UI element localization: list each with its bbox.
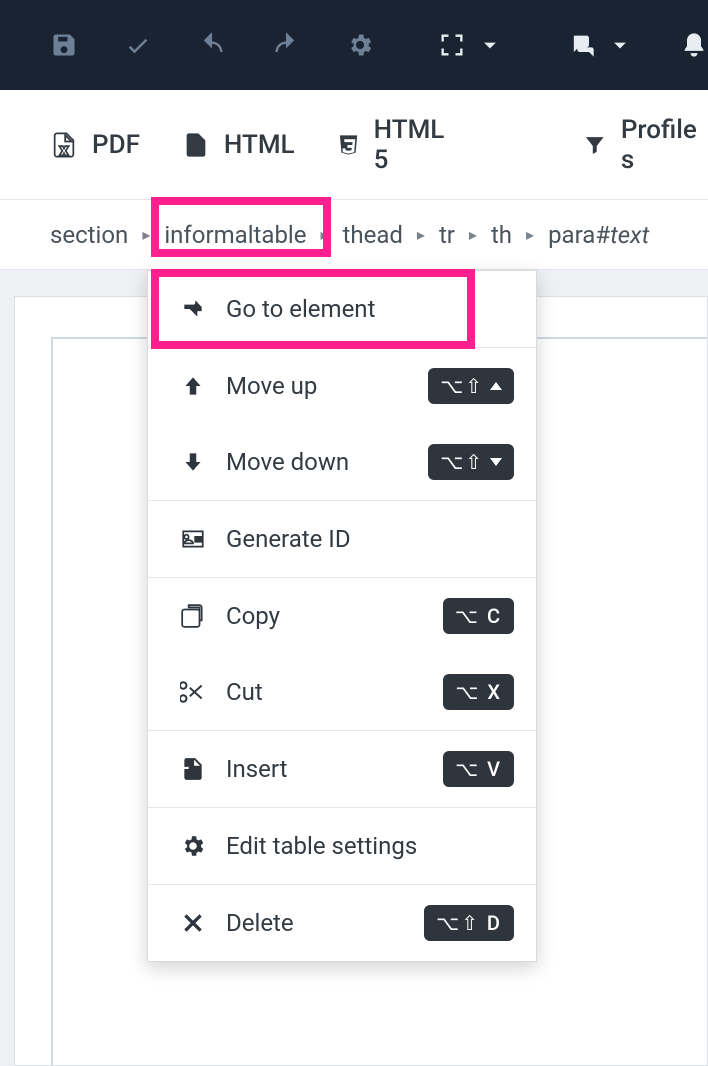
goto-icon: [180, 296, 206, 322]
undo-icon: [198, 31, 226, 59]
save-button[interactable]: [50, 31, 78, 59]
comments-icon: [568, 31, 596, 59]
shortcut-insert: ⌥ V: [443, 751, 514, 787]
export-html5-label: HTML 5: [374, 115, 450, 175]
profile-filter-button[interactable]: Profile s: [583, 115, 701, 175]
shortcut-cut: ⌥ X: [443, 674, 514, 710]
chevron-down-icon: [606, 31, 634, 59]
breadcrumb-item-informaltable[interactable]: informaltable: [158, 217, 312, 253]
chevron-right-icon: ▸: [467, 225, 479, 244]
fullscreen-dropdown[interactable]: [438, 31, 504, 59]
save-icon: [50, 31, 78, 59]
menu-goto-label: Go to element: [222, 295, 514, 323]
menu-move-down[interactable]: Move down ⌥⇧: [148, 424, 536, 500]
menu-edit-table-settings[interactable]: Edit table settings: [148, 808, 536, 884]
menu-move-up[interactable]: Move up ⌥⇧: [148, 348, 536, 424]
menu-moveup-label: Move up: [222, 372, 428, 400]
insert-icon: [180, 756, 206, 782]
export-bar: PDF HTML HTML 5 Profile s: [0, 90, 708, 200]
redo-button[interactable]: [272, 31, 300, 59]
menu-insert-label: Insert: [222, 755, 443, 783]
menu-goto-element[interactable]: Go to element: [148, 271, 536, 347]
breadcrumb-item-thead[interactable]: thead: [337, 217, 409, 253]
menu-generate-id[interactable]: Generate ID: [148, 501, 536, 577]
menu-delete-label: Delete: [222, 909, 424, 937]
undo-button[interactable]: [198, 31, 226, 59]
comments-dropdown[interactable]: [568, 31, 634, 59]
filter-icon: [583, 129, 607, 161]
cut-icon: [180, 679, 206, 705]
breadcrumb-item-th[interactable]: th: [485, 217, 518, 253]
context-menu: Go to element Move up ⌥⇧ Move down ⌥⇧ Ge…: [147, 270, 537, 962]
arrow-up-icon: [180, 373, 206, 399]
menu-copy-label: Copy: [222, 602, 443, 630]
chevron-right-icon: ▸: [415, 225, 427, 244]
bell-icon: [680, 31, 708, 59]
close-icon: [180, 910, 206, 936]
shortcut-copy: ⌥ C: [443, 598, 514, 634]
chevron-right-icon: ▸: [140, 225, 152, 244]
breadcrumb-item-para[interactable]: para#text: [542, 217, 655, 253]
id-card-icon: [180, 526, 206, 552]
redo-icon: [272, 31, 300, 59]
corners-icon: [438, 31, 466, 59]
profile-label: Profile s: [621, 115, 701, 175]
shortcut-movedown: ⌥⇧: [428, 444, 514, 480]
shortcut-delete: ⌥⇧ D: [424, 905, 514, 941]
breadcrumb-item-tr[interactable]: tr: [433, 217, 461, 253]
export-pdf-button[interactable]: PDF: [50, 129, 140, 161]
export-html-label: HTML: [224, 130, 295, 160]
top-toolbar: [0, 0, 708, 90]
export-html5-button[interactable]: HTML 5: [337, 115, 450, 175]
notifications-button[interactable]: [680, 31, 708, 59]
arrow-down-icon: [180, 449, 206, 475]
export-pdf-label: PDF: [92, 130, 140, 160]
menu-movedown-label: Move down: [222, 448, 428, 476]
pdf-icon: [50, 129, 78, 161]
file-icon: [182, 129, 210, 161]
chevron-right-icon: ▸: [524, 225, 536, 244]
export-html-button[interactable]: HTML: [182, 129, 295, 161]
chevron-down-icon: [476, 31, 504, 59]
settings-button[interactable]: [346, 31, 374, 59]
breadcrumb: section ▸ informaltable ▸ thead ▸ tr ▸ t…: [0, 200, 708, 270]
check-button[interactable]: [124, 31, 152, 59]
menu-generateid-label: Generate ID: [222, 525, 514, 553]
chevron-right-icon: ▸: [318, 225, 330, 244]
gear-icon: [346, 31, 374, 59]
breadcrumb-item-section[interactable]: section: [44, 217, 134, 253]
copy-icon: [180, 603, 206, 629]
check-icon: [124, 31, 152, 59]
menu-delete[interactable]: Delete ⌥⇧ D: [148, 885, 536, 961]
html5-icon: [337, 129, 360, 161]
menu-cut-label: Cut: [222, 678, 443, 706]
menu-cut[interactable]: Cut ⌥ X: [148, 654, 536, 730]
menu-edit-table-label: Edit table settings: [222, 832, 514, 860]
menu-copy[interactable]: Copy ⌥ C: [148, 578, 536, 654]
gear-icon: [180, 833, 206, 859]
shortcut-moveup: ⌥⇧: [428, 368, 514, 404]
menu-insert[interactable]: Insert ⌥ V: [148, 731, 536, 807]
